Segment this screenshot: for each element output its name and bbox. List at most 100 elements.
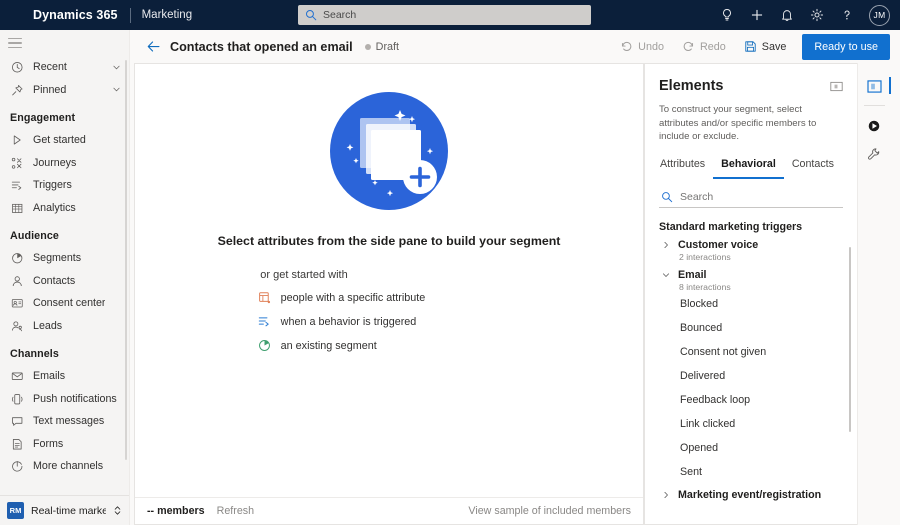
envelope-icon [10, 370, 24, 383]
canvas-footer: -- members Refresh View sample of includ… [135, 497, 643, 524]
elements-search-input[interactable]: Search [659, 188, 843, 208]
consent-icon [10, 297, 24, 310]
sidebar-item-text-messages[interactable]: Text messages [0, 410, 129, 433]
sidebar-item-segments[interactable]: Segments [0, 247, 129, 270]
tree-leaf-opened[interactable]: Opened [645, 436, 857, 460]
refresh-link[interactable]: Refresh [217, 505, 254, 517]
canvas-wrapper: Select attributes from the side pane to … [130, 63, 900, 525]
chevron-down-icon [112, 85, 121, 94]
elements-header: Elements [645, 64, 857, 94]
main-content: Contacts that opened an email Draft Undo [130, 30, 900, 525]
sidebar-label: More channels [33, 460, 104, 473]
tab-contacts[interactable]: Contacts [784, 154, 842, 179]
sidebar-item-get-started[interactable]: Get started [0, 129, 129, 152]
empty-state-illustration [330, 92, 448, 210]
sidebar-item-push-notifications[interactable]: Push notifications [0, 388, 129, 411]
sidebar-item-analytics[interactable]: Analytics [0, 197, 129, 220]
sidebar-label: Journeys [33, 156, 77, 169]
chevron-updown-icon [113, 505, 122, 516]
bell-icon[interactable] [772, 0, 802, 30]
more-channels-icon [10, 460, 24, 473]
sidebar-item-leads[interactable]: Leads [0, 315, 129, 338]
rail-button-elements[interactable] [861, 73, 891, 99]
brand-divider [129, 7, 131, 23]
sidebar-label: Forms [33, 437, 64, 450]
tree-leaf-sent[interactable]: Sent [645, 460, 857, 484]
journeys-icon [10, 157, 24, 170]
sidebar-item-journeys[interactable]: Journeys [0, 152, 129, 175]
tree-node-sublabel: 2 interactions [679, 251, 731, 262]
tree-node-customer-voice[interactable]: Customer voice 2 interactions [645, 239, 857, 262]
collapse-pane-icon [830, 81, 843, 91]
global-search-box[interactable]: Search [298, 5, 591, 25]
sidebar-item-triggers[interactable]: Triggers [0, 174, 129, 197]
nav-toggle-button[interactable] [0, 30, 129, 56]
tab-behavioral[interactable]: Behavioral [713, 154, 784, 179]
tree-leaf-consent-not-given[interactable]: Consent not given [645, 340, 857, 364]
save-button[interactable]: Save [736, 34, 795, 60]
elements-panel: Elements To construct your segment, sele… [644, 63, 857, 525]
lightbulb-icon[interactable] [712, 0, 742, 30]
option-specific-attribute[interactable]: people with a specific attribute [258, 291, 425, 304]
tree-node-email[interactable]: Email 8 interactions [645, 269, 857, 292]
user-avatar[interactable]: JM [869, 4, 890, 26]
nav-scrollbar[interactable] [124, 60, 127, 460]
sidebar-label: Recent [33, 61, 67, 74]
tree-leaf-link-clicked[interactable]: Link clicked [645, 412, 857, 436]
status-badge: Draft [364, 41, 399, 53]
tree-leaf-delivered[interactable]: Delivered [645, 364, 857, 388]
gear-icon[interactable] [802, 0, 832, 30]
topbar-icon-group: JM [712, 0, 900, 30]
sidebar-label: Text messages [33, 415, 105, 428]
redo-label: Redo [699, 40, 726, 53]
sidebar-item-contacts[interactable]: Contacts [0, 270, 129, 293]
collapse-pane-button[interactable] [830, 81, 843, 92]
tree-leaf-blocked[interactable]: Blocked [645, 292, 857, 316]
top-navigation-bar: Dynamics 365 Marketing Search JM [0, 0, 900, 30]
brand-dynamics365[interactable]: Dynamics 365 [0, 8, 118, 22]
view-sample-link[interactable]: View sample of included members [468, 505, 631, 517]
trigger-icon [258, 315, 271, 328]
back-button[interactable] [140, 34, 166, 60]
app-name-label[interactable]: Marketing [142, 9, 193, 21]
tab-attributes[interactable]: Attributes [659, 154, 713, 179]
sidebar-item-pinned[interactable]: Pinned [0, 79, 129, 102]
undo-button[interactable]: Undo [612, 34, 672, 60]
sidebar-label: Consent center [33, 297, 106, 310]
option-existing-segment[interactable]: an existing segment [258, 339, 426, 352]
elements-pane-icon [866, 79, 882, 93]
tree-leaf-feedback-loop[interactable]: Feedback loop [645, 388, 857, 412]
save-label: Save [761, 40, 787, 53]
option-label: an existing segment [280, 339, 377, 352]
sidebar-item-more-channels[interactable]: More channels [0, 455, 129, 478]
rail-button-tools[interactable] [861, 141, 887, 167]
empty-state-subtitle: or get started with [260, 269, 348, 281]
tree-node-label: Customer voice [678, 238, 759, 251]
elements-search-placeholder: Search [680, 190, 714, 203]
option-behavior-triggered[interactable]: when a behavior is triggered [258, 315, 426, 328]
empty-state: Select attributes from the side pane to … [135, 64, 643, 497]
sidebar-label: Get started [33, 134, 86, 147]
search-icon [306, 10, 317, 21]
elements-scrollbar[interactable] [848, 246, 851, 432]
plus-icon[interactable] [742, 0, 772, 30]
tree-node-marketing-event-registration[interactable]: Marketing event/registration [645, 489, 857, 501]
sidebar-item-recent[interactable]: Recent [0, 56, 129, 79]
phone-icon [10, 393, 24, 406]
question-icon[interactable] [832, 0, 862, 30]
app-root: Dynamics 365 Marketing Search JM Recent … [0, 0, 900, 525]
chat-icon [10, 415, 24, 428]
tree-leaf-bounced[interactable]: Bounced [645, 316, 857, 340]
redo-button[interactable]: Redo [674, 34, 734, 60]
tree-node-label: Email [678, 268, 707, 281]
rail-button-copilot[interactable] [861, 113, 887, 139]
sidebar-item-consent-center[interactable]: Consent center [0, 292, 129, 315]
sidebar-item-forms[interactable]: Forms [0, 433, 129, 456]
ready-to-use-button[interactable]: Ready to use [802, 33, 890, 60]
segments-icon [10, 252, 24, 265]
chevron-right-icon [659, 491, 672, 499]
sidebar-group-header: Audience [10, 230, 59, 242]
chevron-down-icon [659, 271, 672, 279]
area-switcher[interactable]: RM Real-time marketi... [0, 495, 129, 525]
sidebar-item-emails[interactable]: Emails [0, 365, 129, 388]
